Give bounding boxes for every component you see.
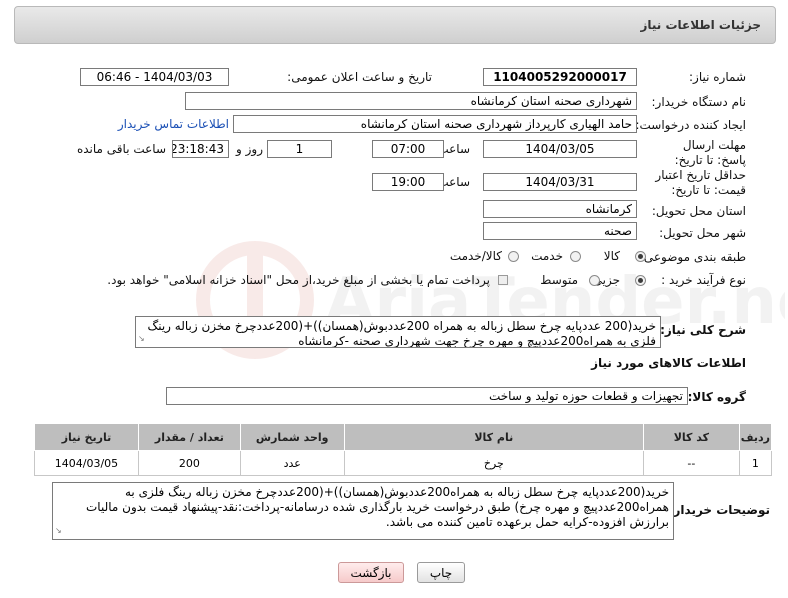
cell-row-number: 1 [738, 450, 773, 476]
category-option-goods-service: کالا/خدمت [449, 249, 502, 263]
goods-group-label: گروه کالا: [687, 390, 746, 404]
price-validity-label: حداقل تاریخ اعتبار قیمت: تا تاریخ: [655, 168, 746, 197]
reply-deadline-date: 1404/03/05 [483, 140, 637, 158]
cell-goods-code: -- [642, 450, 740, 476]
cell-need-date: 1404/03/05 [34, 450, 139, 476]
announce-datetime-field: 1404/03/03 - 06:46 [80, 68, 229, 86]
category-radio-service[interactable] [570, 251, 581, 262]
category-radio-goods[interactable] [635, 251, 646, 262]
summary-text-content: خرید(200 عددپایه چرخ سطل زباله به همراه … [147, 319, 656, 348]
col-header-goods-name: نام کالا [343, 423, 644, 451]
delivery-city-field: صحنه [483, 222, 637, 240]
col-header-unit: واحد شمارش [239, 423, 345, 451]
cell-quantity: 200 [137, 450, 241, 476]
buyer-notes-text: خرید(200عددپایه چرخ سطل زباله به همراه20… [52, 482, 674, 540]
buyer-contact-link[interactable]: اطلاعات تماس خریدار [118, 117, 229, 131]
header-bar: جزئیات اطلاعات نیاز [14, 6, 776, 44]
col-header-need-date: تاریخ نیاز [34, 423, 139, 451]
remaining-days-field: 1 [267, 140, 332, 158]
back-button[interactable]: بازگشت [338, 562, 404, 583]
need-number-label: شماره نیاز: [689, 70, 746, 84]
reply-deadline-time: 07:00 [372, 140, 444, 158]
delivery-province-field: کرمانشاه [483, 200, 637, 218]
days-label: روز و [236, 142, 263, 156]
process-radio-minor[interactable] [635, 275, 646, 286]
delivery-city-label: شهر محل تحویل: [659, 226, 746, 240]
print-button[interactable]: چاپ [417, 562, 465, 583]
remaining-time-field: 23:18:43 [172, 140, 229, 158]
page-title: جزئیات اطلاعات نیاز [640, 18, 761, 32]
treasury-note: پرداخت تمام یا بخشی از مبلغ خرید،از محل … [107, 273, 490, 287]
price-validity-date: 1404/03/31 [483, 173, 637, 191]
category-option-goods: کالا [603, 249, 620, 263]
buyer-org-field: شهرداری صحنه استان کرمانشاه [185, 92, 637, 110]
reply-deadline-label: مهلت ارسال پاسخ: تا تاریخ: [674, 138, 746, 167]
goods-group-field: تجهیزات و قطعات حوزه تولید و ساخت [166, 387, 688, 405]
table-header-row: ردیف کد کالا نام کالا واحد شمارش تعداد /… [34, 423, 773, 451]
resize-grip-icon[interactable]: ↘ [138, 331, 145, 346]
process-option-medium: متوسط [540, 273, 578, 287]
cell-unit: عدد [239, 450, 345, 476]
goods-section-title: اطلاعات کالاهای مورد نیاز [591, 356, 746, 370]
table-row: 1 -- چرخ عدد 200 1404/03/05 [34, 450, 773, 476]
category-radio-goods-service[interactable] [508, 251, 519, 262]
announce-datetime-label: تاریخ و ساعت اعلان عمومی: [287, 70, 432, 84]
resize-grip-icon[interactable]: ↘ [55, 523, 62, 538]
buyer-org-label: نام دستگاه خریدار: [651, 95, 747, 109]
buyer-notes-label: توضیحات خریدار: [668, 503, 770, 517]
requester-field: حامد الهیاری کارپرداز شهرداری صحنه استان… [233, 115, 637, 133]
purchase-process-label: نوع فرآیند خرید : [661, 273, 746, 287]
col-header-goods-code: کد کالا [642, 423, 740, 451]
goods-table: ردیف کد کالا نام کالا واحد شمارش تعداد /… [34, 423, 773, 476]
category-option-service: خدمت [531, 249, 563, 263]
col-header-row-number: ردیف [738, 423, 773, 451]
remaining-label: ساعت باقی مانده [76, 142, 166, 156]
category-label: طبقه بندی موضوعی: [639, 250, 746, 264]
price-validity-time: 19:00 [372, 173, 444, 191]
process-radio-medium[interactable] [589, 275, 600, 286]
col-header-quantity: تعداد / مقدار [137, 423, 241, 451]
need-number-field: 1104005292000017 [483, 68, 637, 86]
summary-label: شرح کلی نیاز: [660, 323, 746, 337]
summary-text: خرید(200 عددپایه چرخ سطل زباله به همراه … [135, 316, 661, 348]
buyer-notes-content: خرید(200عددپایه چرخ سطل زباله به همراه20… [86, 485, 669, 529]
treasury-checkbox[interactable] [498, 275, 508, 285]
cell-goods-name: چرخ [343, 450, 644, 476]
page: جزئیات اطلاعات نیاز AriaTender.net شماره… [0, 0, 788, 598]
delivery-province-label: استان محل تحویل: [651, 204, 746, 218]
requester-label: ایجاد کننده درخواست: [635, 118, 746, 132]
